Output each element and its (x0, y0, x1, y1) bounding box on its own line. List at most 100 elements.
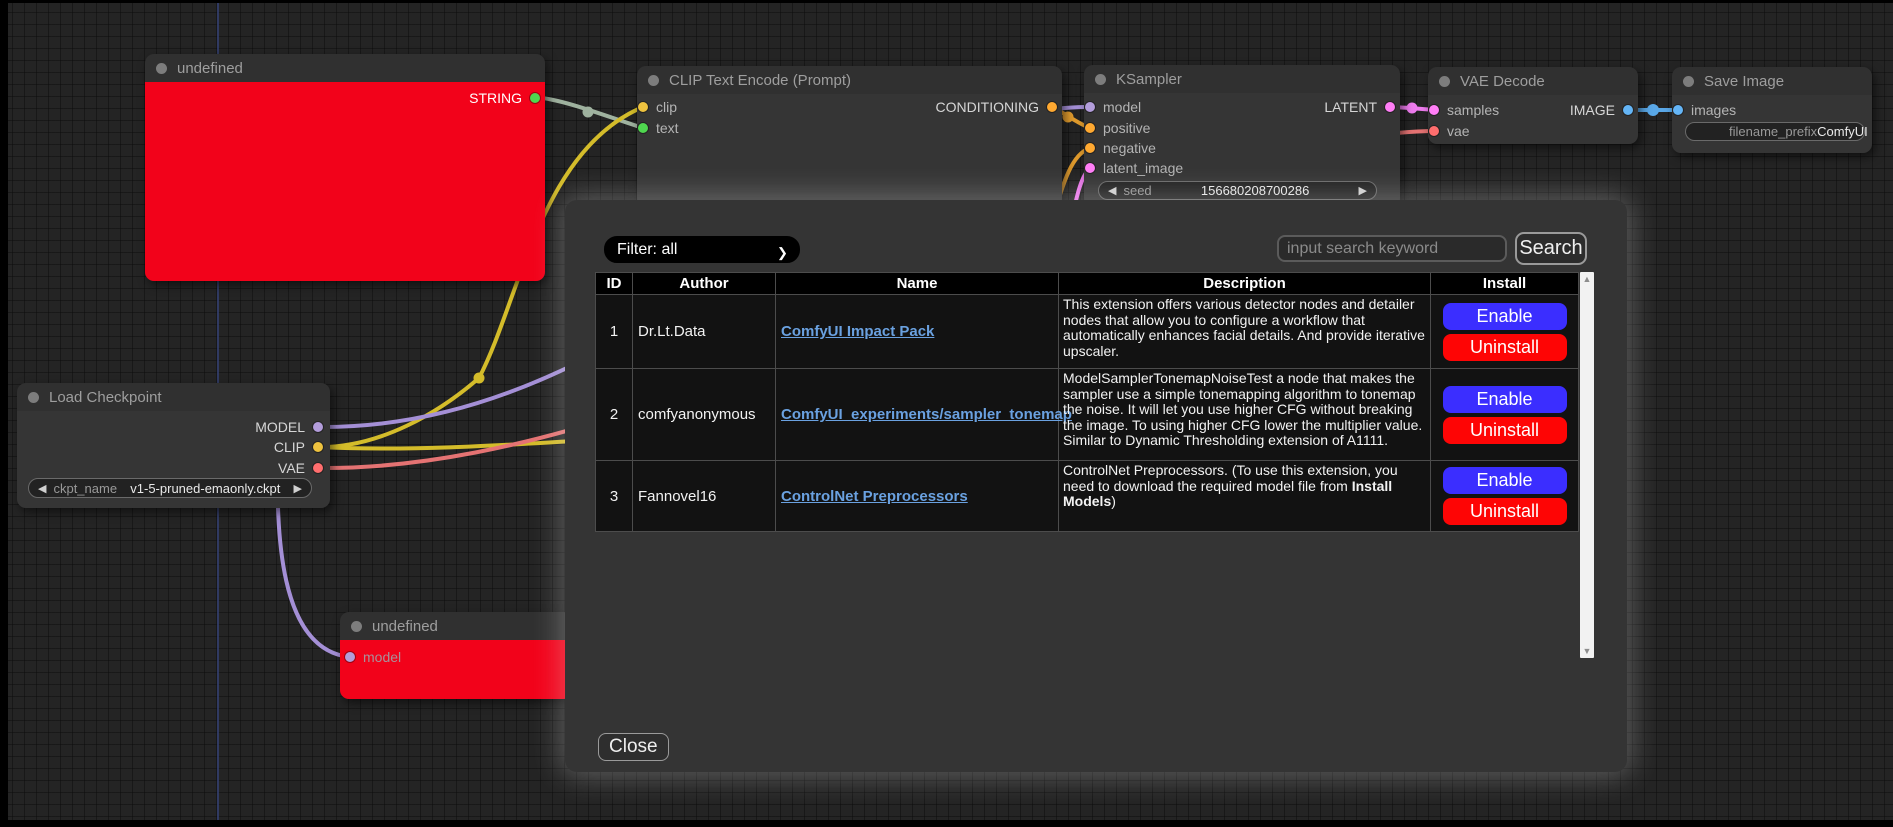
cell-id: 2 (596, 369, 633, 461)
search-button[interactable]: Search (1515, 232, 1587, 265)
cell-author: Fannovel16 (633, 461, 776, 532)
previous-arrow-icon[interactable]: ◀ (38, 482, 46, 495)
node-title: Save Image (1704, 73, 1784, 90)
input-label: negative (1103, 140, 1156, 156)
enable-button[interactable]: Enable (1443, 386, 1567, 413)
widget-value: v1-5-pruned-emaonly.ckpt (117, 481, 293, 496)
canvas-edge-left (0, 0, 8, 827)
table-scrollbar[interactable]: ▲ ▼ (1580, 272, 1594, 658)
input-label: model (363, 649, 401, 665)
string-output-port[interactable] (530, 93, 540, 103)
increment-arrow-icon[interactable]: ▶ (1359, 184, 1367, 197)
collapse-dot[interactable] (351, 621, 362, 632)
next-arrow-icon[interactable]: ▶ (294, 482, 302, 495)
cell-id: 1 (596, 295, 633, 369)
node-title-bar[interactable]: undefined (340, 612, 572, 640)
node-title: KSampler (1116, 71, 1182, 88)
node-load-checkpoint[interactable]: Load Checkpoint MODEL CLIP VAE ◀ ckpt_na… (17, 383, 330, 508)
scroll-down-icon[interactable]: ▼ (1580, 646, 1594, 656)
wire-string-to-text (535, 97, 643, 128)
images-input-port[interactable] (1673, 105, 1683, 115)
node-title-bar[interactable]: undefined (145, 54, 545, 82)
output-label: MODEL (255, 419, 305, 435)
filter-select[interactable]: Filter: all (604, 236, 800, 263)
vae-output-port[interactable] (313, 463, 323, 473)
cell-author: Dr.Lt.Data (633, 295, 776, 369)
image-output-port[interactable] (1623, 105, 1633, 115)
model-output-port[interactable] (313, 422, 323, 432)
node-title-bar[interactable]: CLIP Text Encode (Prompt) (637, 66, 1062, 94)
conditioning-output-port[interactable] (1047, 102, 1057, 112)
collapse-dot[interactable] (1439, 76, 1450, 87)
node-title-bar[interactable]: KSampler (1084, 65, 1400, 93)
input-label: positive (1103, 120, 1150, 136)
wire-dot (1407, 103, 1418, 114)
node-clip-text-encode[interactable]: CLIP Text Encode (Prompt) clip text COND… (637, 66, 1062, 207)
node-vae-decode[interactable]: VAE Decode samples vae IMAGE (1428, 67, 1638, 144)
collapse-dot[interactable] (648, 75, 659, 86)
decrement-arrow-icon[interactable]: ◀ (1108, 184, 1116, 197)
node-title-bar[interactable]: Load Checkpoint (17, 383, 330, 411)
widget-value: 156680208700286 (1152, 183, 1359, 198)
node-title-bar[interactable]: VAE Decode (1428, 67, 1638, 95)
node-title: CLIP Text Encode (Prompt) (669, 72, 851, 89)
node-title: Load Checkpoint (49, 389, 162, 406)
seed-widget[interactable]: ◀ seed 156680208700286 ▶ (1098, 181, 1377, 200)
uninstall-button[interactable]: Uninstall (1443, 334, 1567, 361)
text-input-port[interactable] (638, 123, 648, 133)
wire-dot (474, 373, 485, 384)
extension-link[interactable]: ControlNet Preprocessors (781, 488, 968, 505)
node-undefined-bottom[interactable]: undefined model (340, 612, 572, 699)
negative-input-port[interactable] (1085, 143, 1095, 153)
search-input[interactable] (1277, 235, 1507, 262)
extension-link[interactable]: ComfyUI_experiments/sampler_tonemap (781, 406, 1072, 423)
wire-dot (1647, 104, 1659, 116)
cell-name: ControlNet Preprocessors (776, 461, 1059, 532)
extensions-table: IDAuthorNameDescriptionInstall 1Dr.Lt.Da… (595, 272, 1578, 532)
scroll-up-icon[interactable]: ▲ (1580, 274, 1594, 284)
widget-label: ckpt_name (53, 481, 117, 496)
enable-button[interactable]: Enable (1443, 467, 1567, 494)
description-text: ControlNet Preprocessors. (To use this e… (1063, 462, 1398, 494)
collapse-dot[interactable] (156, 63, 167, 74)
ckpt-name-widget[interactable]: ◀ ckpt_name v1-5-pruned-emaonly.ckpt ▶ (28, 478, 312, 498)
vae-input-port[interactable] (1429, 126, 1439, 136)
clip-input-port[interactable] (638, 102, 648, 112)
uninstall-button[interactable]: Uninstall (1443, 498, 1567, 525)
node-body: images filename_prefix ComfyUI (1672, 95, 1872, 153)
latent-output-port[interactable] (1385, 102, 1395, 112)
samples-input-port[interactable] (1429, 105, 1439, 115)
latent-image-input-port[interactable] (1085, 163, 1095, 173)
node-title: undefined (372, 618, 438, 635)
node-title: undefined (177, 60, 243, 77)
node-body: clip text CONDITIONING (637, 94, 1062, 207)
close-button[interactable]: Close (598, 733, 669, 761)
collapse-dot[interactable] (28, 392, 39, 403)
output-label: LATENT (1324, 99, 1377, 115)
node-undefined-top[interactable]: undefined STRING (145, 54, 545, 281)
positive-input-port[interactable] (1085, 123, 1095, 133)
widget-label: seed (1123, 183, 1151, 198)
output-label: VAE (278, 460, 305, 476)
filename-prefix-widget[interactable]: filename_prefix ComfyUI (1685, 122, 1865, 141)
node-body-error: model (340, 640, 572, 699)
node-body: MODEL CLIP VAE ◀ ckpt_name v1-5-pruned-e… (17, 411, 330, 508)
column-header: ID (596, 273, 633, 295)
model-input-port[interactable] (1085, 102, 1095, 112)
node-body: model positive negative latent_image LAT… (1084, 93, 1400, 207)
cell-description: This extension offers various detector n… (1059, 295, 1431, 369)
collapse-dot[interactable] (1683, 76, 1694, 87)
clip-output-port[interactable] (313, 442, 323, 452)
node-save-image[interactable]: Save Image images filename_prefix ComfyU… (1672, 67, 1872, 153)
extension-link[interactable]: ComfyUI Impact Pack (781, 323, 934, 340)
widget-label: filename_prefix (1729, 124, 1817, 139)
description-text: This extension offers various detector n… (1063, 296, 1425, 359)
collapse-dot[interactable] (1095, 74, 1106, 85)
description-text: ModelSamplerTonemapNoiseTest a node that… (1063, 370, 1422, 448)
node-title-bar[interactable]: Save Image (1672, 67, 1872, 95)
model-input-port[interactable] (345, 652, 355, 662)
node-graph-canvas[interactable]: undefined STRING CLIP Text Encode (Promp… (0, 0, 1893, 827)
node-ksampler[interactable]: KSampler model positive negative latent_… (1084, 65, 1400, 207)
enable-button[interactable]: Enable (1443, 303, 1567, 330)
uninstall-button[interactable]: Uninstall (1443, 417, 1567, 444)
